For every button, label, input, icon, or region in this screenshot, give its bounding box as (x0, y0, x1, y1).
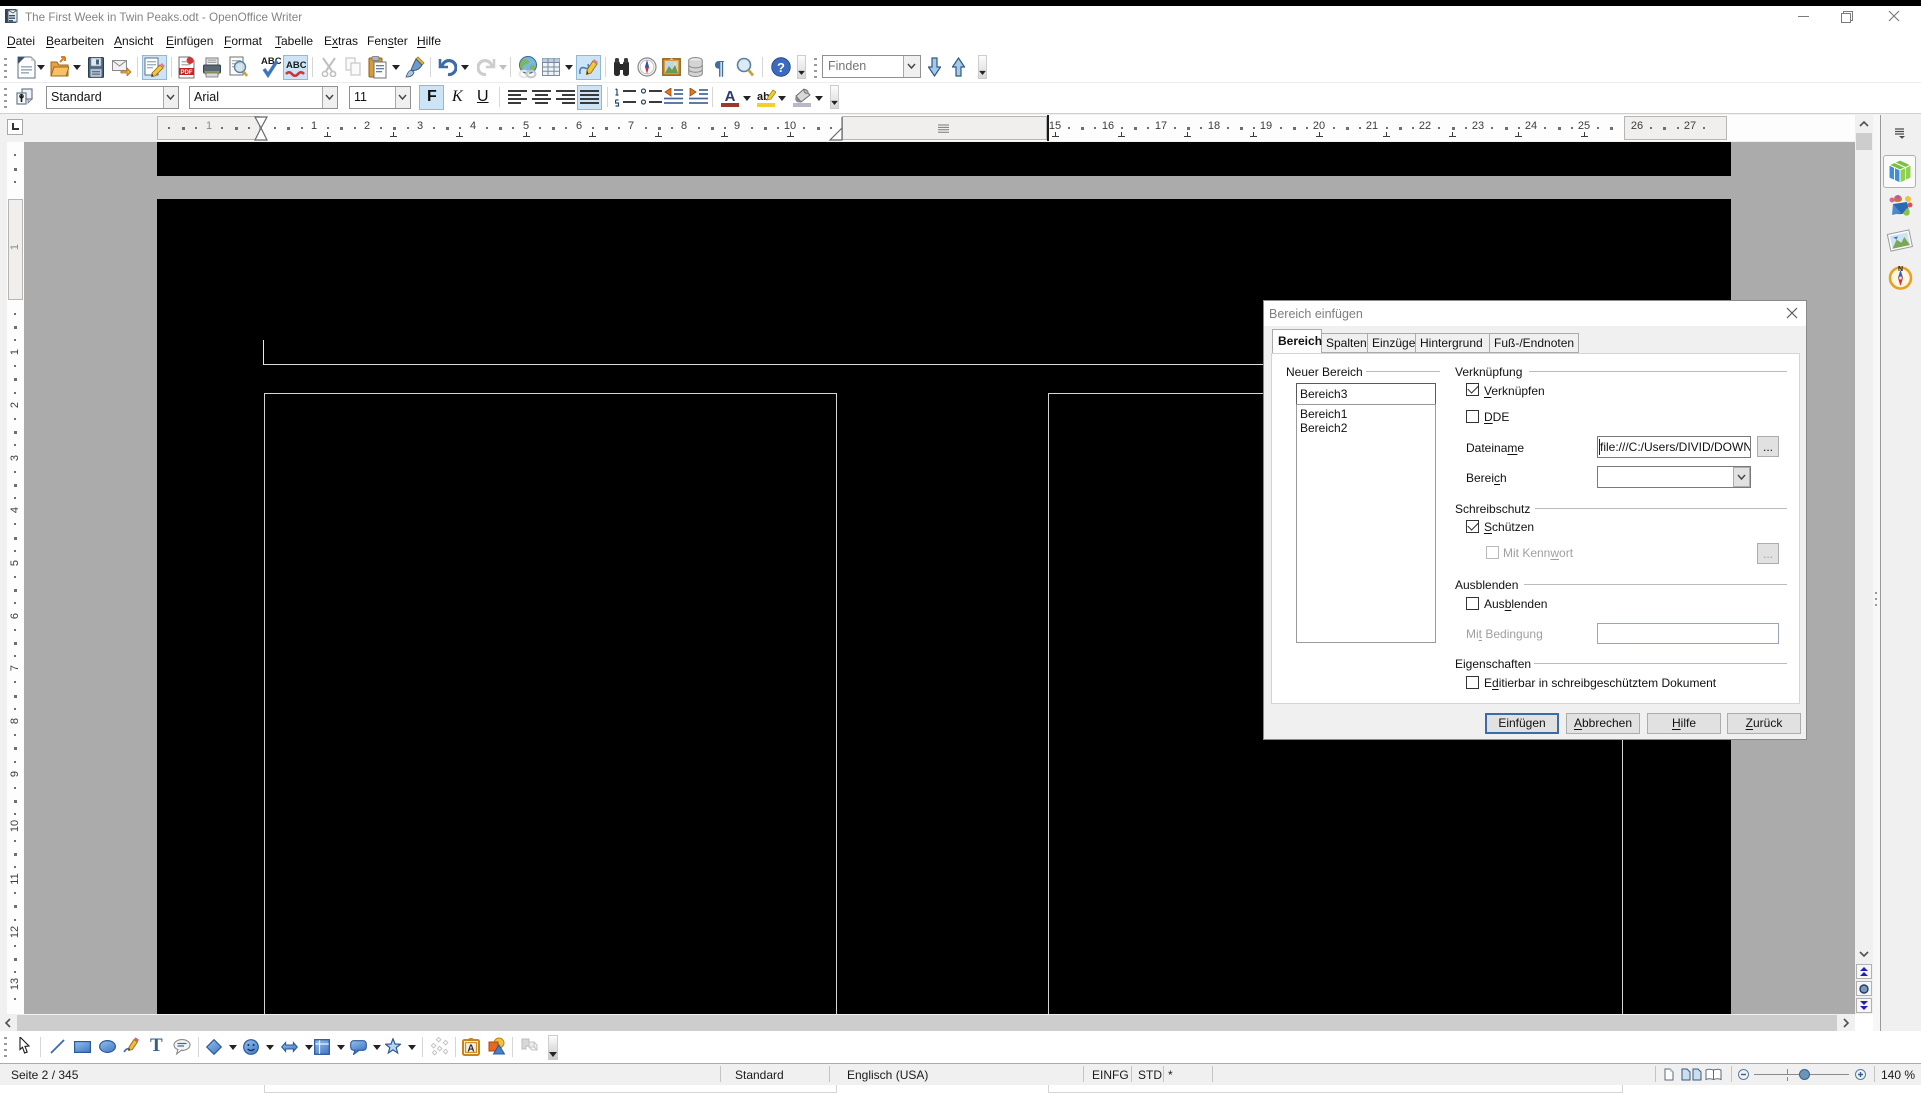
svg-text:A: A (467, 1044, 474, 1055)
svg-text:ABC: ABC (261, 56, 281, 67)
svg-text:?: ? (777, 60, 785, 75)
svg-text:¶: ¶ (714, 57, 725, 77)
svg-text:ABC: ABC (286, 60, 306, 71)
svg-text:PDF: PDF (181, 70, 193, 76)
svg-text:A: A (725, 88, 736, 105)
